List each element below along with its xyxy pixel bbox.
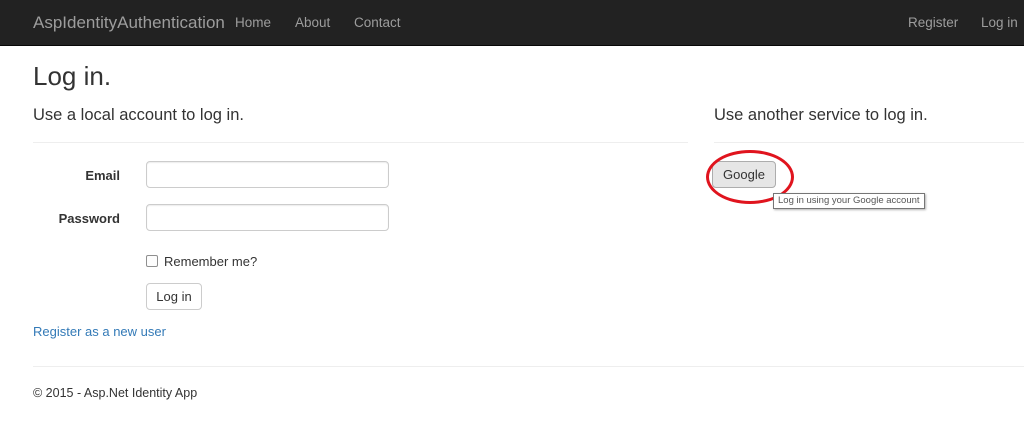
email-field[interactable] — [146, 161, 389, 188]
page-title: Log in. — [33, 61, 112, 91]
register-new-user-link[interactable]: Register as a new user — [33, 324, 166, 339]
local-account-heading: Use a local account to log in. — [33, 106, 244, 124]
nav-login-link[interactable]: Log in — [981, 15, 1018, 30]
footer-divider — [33, 366, 1024, 367]
password-label: Password — [58, 211, 120, 226]
email-label: Email — [85, 168, 120, 183]
nav-register-link[interactable]: Register — [908, 15, 958, 30]
external-login-heading: Use another service to log in. — [714, 106, 928, 124]
login-submit-button[interactable]: Log in — [146, 283, 202, 310]
google-button-tooltip: Log in using your Google account — [773, 193, 925, 209]
external-section-divider — [714, 142, 1024, 143]
brand-link[interactable]: AspIdentityAuthentication — [33, 13, 225, 33]
nav-contact-link[interactable]: Contact — [354, 15, 401, 30]
local-section-divider — [33, 142, 688, 143]
remember-me-checkbox[interactable] — [146, 255, 158, 267]
nav-home-link[interactable]: Home — [235, 15, 271, 30]
password-field[interactable] — [146, 204, 389, 231]
footer-copyright: © 2015 - Asp.Net Identity App — [33, 386, 198, 400]
nav-about-link[interactable]: About — [295, 15, 330, 30]
remember-me-label: Remember me? — [164, 254, 258, 269]
navbar: AspIdentityAuthentication Home About Con… — [0, 0, 1024, 46]
